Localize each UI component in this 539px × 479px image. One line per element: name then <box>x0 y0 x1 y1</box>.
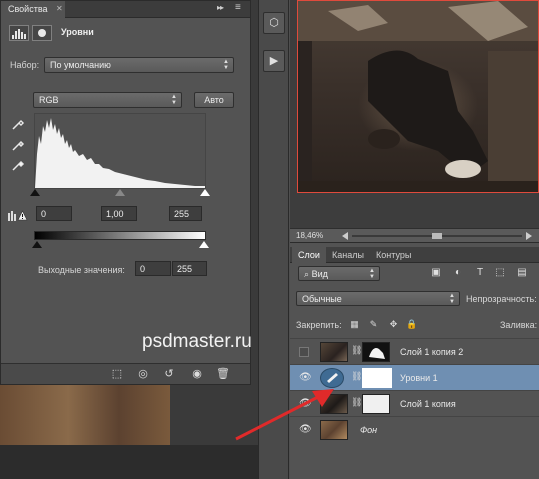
visibility-eye-icon[interactable]: 👁 <box>299 372 312 384</box>
properties-footer: ⬚ ◎ ↺ ◉ 🗑 <box>1 363 250 384</box>
preset-value: По умолчанию <box>50 60 111 70</box>
workspace-background-bottom <box>0 445 258 479</box>
tab-layers[interactable]: Слои <box>292 247 326 263</box>
input-gamma-field[interactable]: 1,00 <box>101 206 137 221</box>
gray-point-eyedropper-icon[interactable] <box>11 138 25 152</box>
output-black-slider-handle[interactable] <box>32 241 42 248</box>
select-arrows-icon: ▲ ▼ <box>223 59 229 71</box>
lock-label: Закрепить: <box>296 320 342 330</box>
input-black-slider-handle[interactable] <box>30 189 40 196</box>
document-status-bar: 18,46% <box>290 228 539 242</box>
auto-button[interactable]: Авто <box>194 92 234 108</box>
layer-name[interactable]: Слой 1 копия 2 <box>400 347 463 357</box>
delete-trash-icon[interactable]: 🗑 <box>215 367 231 381</box>
filter-type-icon[interactable]: T <box>474 267 486 279</box>
link-chain-icon[interactable]: ⛓ <box>351 345 362 359</box>
levels-adjustment-icon[interactable] <box>9 25 29 41</box>
3d-cube-icon[interactable]: ⬡ <box>263 12 285 34</box>
properties-header: Уровни <box>9 23 245 43</box>
lock-brush-icon[interactable]: ✎ <box>368 319 379 330</box>
opacity-label: Непрозрачность: <box>466 294 537 304</box>
document-canvas-area <box>290 0 539 228</box>
layer-thumbnail <box>320 342 348 362</box>
input-gamma-slider-handle[interactable] <box>115 189 125 196</box>
input-black-field[interactable]: 0 <box>36 206 72 221</box>
blend-mode-select[interactable]: Обычные ▲ ▼ <box>296 291 460 306</box>
play-actions-icon[interactable]: ▶ <box>263 50 285 72</box>
lock-position-icon[interactable]: ✥ <box>388 319 399 330</box>
zoom-level[interactable]: 18,46% <box>296 231 323 240</box>
watermark: psdmaster.ru <box>142 331 252 352</box>
input-levels-slider[interactable] <box>30 189 210 197</box>
filter-smart-object-icon[interactable]: ▤ <box>516 267 528 279</box>
input-white-slider-handle[interactable] <box>200 189 210 196</box>
layer-mask-thumbnail[interactable] <box>362 394 390 414</box>
lock-all-icon[interactable]: 🔒 <box>406 319 417 330</box>
link-chain-icon[interactable]: ⛓ <box>351 371 362 385</box>
layer-filter-select[interactable]: ⌕ Вид ▲ ▼ <box>298 266 380 281</box>
layer-name[interactable]: Уровни 1 <box>400 373 438 383</box>
channel-select[interactable]: RGB ▲ ▼ <box>33 92 182 108</box>
mask-icon[interactable] <box>32 25 52 41</box>
output-white-slider-handle[interactable] <box>199 241 209 248</box>
search-icon: ⌕ <box>304 269 310 279</box>
layer-mask-thumbnail[interactable] <box>362 368 392 388</box>
clipping-warning-icon[interactable] <box>8 209 28 221</box>
collapse-icon[interactable]: ▸▸ <box>217 3 224 12</box>
layer-name[interactable]: Фон <box>360 425 377 435</box>
tab-properties-label: Свойства <box>8 4 48 14</box>
tab-channels[interactable]: Каналы <box>326 247 370 263</box>
visibility-toggle-off[interactable] <box>299 347 309 357</box>
histogram <box>34 113 206 189</box>
layer-filter-value: Вид <box>311 269 328 279</box>
reset-icon[interactable]: ↺ <box>161 367 177 381</box>
link-chain-icon[interactable]: ⛓ <box>351 397 362 411</box>
canvas-fragment <box>0 385 170 445</box>
adjustment-title: Уровни <box>61 27 94 37</box>
lock-transparency-icon[interactable]: ▦ <box>349 319 360 330</box>
layer-name[interactable]: Слой 1 копия <box>400 399 456 409</box>
tab-paths[interactable]: Контуры <box>370 247 417 263</box>
output-gradient-bar <box>34 231 206 240</box>
document-image[interactable] <box>297 0 539 193</box>
white-point-eyedropper-icon[interactable] <box>11 158 25 172</box>
close-icon[interactable]: ✕ <box>56 4 63 13</box>
input-white-field[interactable]: 255 <box>169 206 202 221</box>
select-arrows-icon: ▲ ▼ <box>369 268 375 280</box>
preset-select[interactable]: По умолчанию ▲ ▼ <box>44 57 234 73</box>
output-values-label: Выходные значения: <box>38 265 125 275</box>
layer-row[interactable]: ⛓ Слой 1 копия 2 <box>290 338 539 364</box>
properties-tabbar: Свойства ✕ ▸▸ ≡ <box>1 1 250 18</box>
tab-properties[interactable]: Свойства ✕ <box>1 1 65 18</box>
blend-mode-value: Обычные <box>302 294 342 304</box>
zoom-scrollbar[interactable] <box>342 232 532 240</box>
clip-to-layer-icon[interactable]: ⬚ <box>109 367 125 381</box>
properties-panel: Свойства ✕ ▸▸ ≡ Уровни Набор: По умолчан… <box>0 0 251 385</box>
output-white-field[interactable]: 255 <box>172 261 207 276</box>
filter-adjustment-icon[interactable]: ◐ <box>452 267 464 279</box>
select-arrows-icon: ▲ ▼ <box>449 293 455 305</box>
filter-shape-icon[interactable]: ⬚ <box>494 267 506 279</box>
annotation-arrow <box>235 389 334 441</box>
layer-mask-thumbnail[interactable] <box>362 342 390 362</box>
visibility-eye-icon[interactable]: ◉ <box>189 367 205 381</box>
filter-pixel-icon[interactable]: ▣ <box>430 267 442 279</box>
panel-menu-icon[interactable]: ≡ <box>235 2 241 13</box>
output-black-field[interactable]: 0 <box>135 261 171 276</box>
select-arrows-icon: ▲ ▼ <box>171 94 177 106</box>
channel-value: RGB <box>39 95 59 105</box>
fill-label: Заливка: <box>500 320 538 330</box>
view-previous-state-icon[interactable]: ◎ <box>135 367 151 381</box>
black-point-eyedropper-icon[interactable] <box>11 117 25 131</box>
layers-tabbar: Слои Каналы Контуры <box>290 247 539 263</box>
preset-label: Набор: <box>10 60 40 70</box>
